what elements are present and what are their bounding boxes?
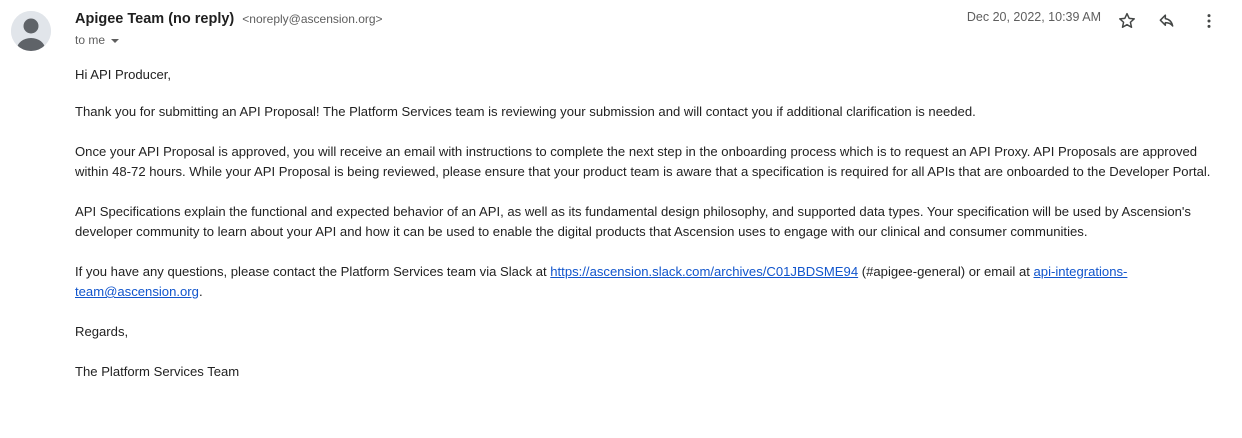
- sender-line: Apigee Team (no reply) <noreply@ascensio…: [75, 9, 383, 29]
- body-paragraph-4: If you have any questions, please contac…: [75, 262, 1230, 302]
- more-vertical-icon: [1207, 14, 1211, 28]
- body-paragraph-1: Thank you for submitting an API Proposal…: [75, 104, 976, 119]
- star-icon: [1119, 12, 1135, 28]
- reply-button[interactable]: [1155, 9, 1179, 33]
- more-options-button[interactable]: [1197, 9, 1221, 33]
- sender-name[interactable]: Apigee Team (no reply): [75, 11, 234, 27]
- body-paragraph-2: Once your API Proposal is approved, you …: [75, 144, 1211, 179]
- body-paragraph-3: API Specifications explain the functiona…: [75, 204, 1191, 239]
- caret-down-icon[interactable]: [111, 39, 120, 43]
- message-date: Dec 20, 2022, 10:39 AM: [966, 10, 1101, 24]
- recipient-details-toggle[interactable]: to me: [75, 33, 120, 47]
- star-button[interactable]: [1115, 9, 1139, 33]
- greeting: Hi API Producer,: [75, 67, 172, 82]
- message-body: Hi API Producer, Thank you for submittin…: [75, 65, 1230, 402]
- recipient-label: to me: [75, 33, 106, 47]
- signoff: Regards,: [75, 324, 129, 339]
- reply-icon: [1159, 14, 1174, 27]
- sender-email[interactable]: <noreply@ascension.org>: [242, 12, 382, 26]
- message-header: Apigee Team (no reply) <noreply@ascensio…: [75, 9, 1226, 53]
- paragraph-4-middle: (#apigee-general) or email at: [858, 264, 1034, 279]
- slack-link[interactable]: https://ascension.slack.com/archives/C01…: [550, 264, 858, 279]
- sender-avatar[interactable]: [11, 11, 51, 51]
- person-avatar-icon: [11, 11, 51, 51]
- paragraph-4-prefix: If you have any questions, please contac…: [75, 264, 551, 279]
- signature: The Platform Services Team: [75, 364, 240, 379]
- paragraph-4-suffix: .: [198, 284, 203, 299]
